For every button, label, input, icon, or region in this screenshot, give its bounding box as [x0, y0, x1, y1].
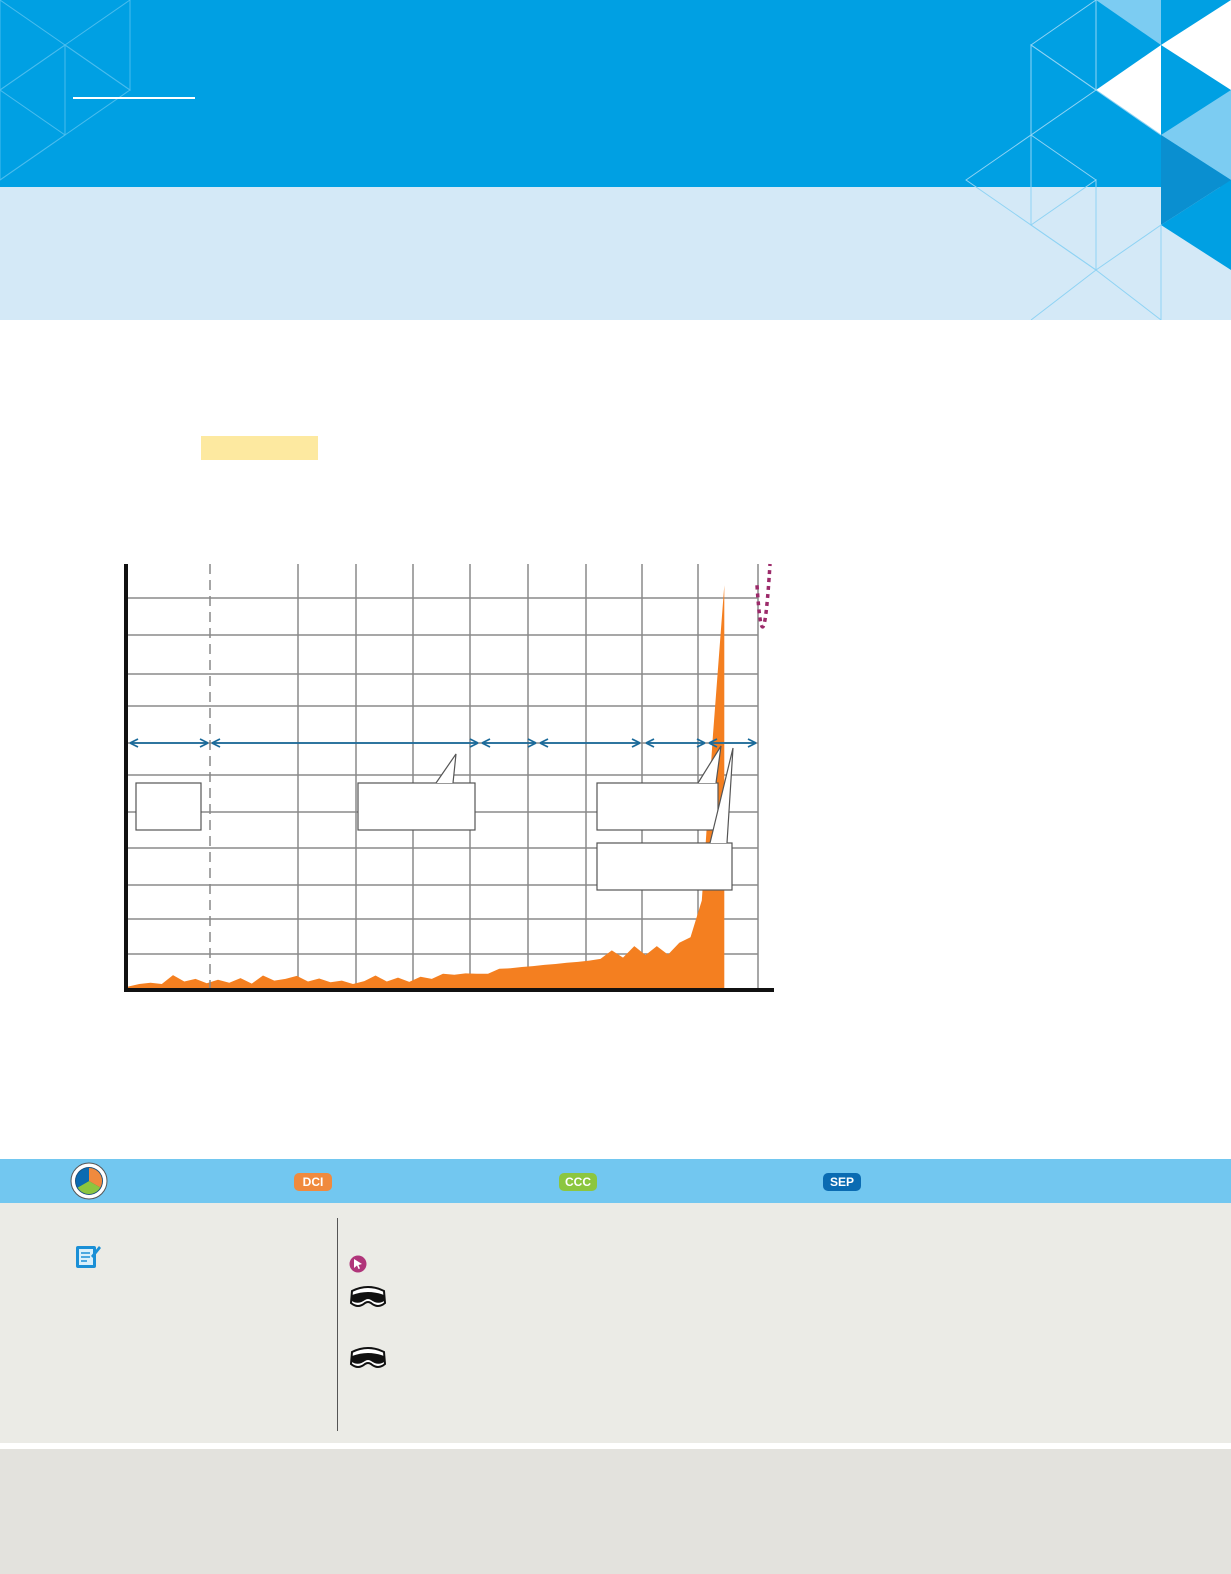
callout-pointer-2 — [435, 753, 457, 784]
dci-badge: DCI — [294, 1173, 332, 1191]
chart-svg — [124, 563, 774, 992]
header-rule — [73, 97, 195, 99]
callout-box-2 — [357, 782, 476, 831]
notes-divider — [337, 1218, 338, 1431]
timeline-arrow — [129, 738, 209, 748]
projection-dotted-line — [755, 563, 772, 629]
safety-goggles-icon — [349, 1286, 387, 1307]
callout-box-3 — [596, 782, 719, 831]
callout-box-1 — [135, 782, 202, 831]
sep-badge: SEP — [823, 1173, 861, 1191]
notes-panel — [0, 1203, 1231, 1443]
highlight-box — [201, 436, 318, 460]
standards-bar — [0, 1159, 1231, 1203]
three-dimensions-icon — [70, 1162, 108, 1200]
ccc-badge: CCC — [559, 1173, 597, 1191]
timeline-arrow — [211, 738, 479, 748]
deco-triangle-light — [1096, 0, 1161, 45]
safety-goggles-icon — [349, 1347, 387, 1368]
deco-triangle-white-2 — [1161, 0, 1231, 90]
timeline-arrow — [645, 738, 706, 748]
timeline-arrow — [539, 738, 641, 748]
callout-boxes — [135, 745, 734, 891]
timeline-arrows — [129, 738, 757, 748]
chart — [120, 558, 780, 998]
deco-triangle-white — [1096, 45, 1161, 135]
callout-box-4 — [596, 842, 733, 891]
header-decoration — [0, 0, 1231, 320]
timeline-arrow — [708, 738, 757, 748]
footer-band — [0, 1449, 1231, 1574]
notebook-icon — [76, 1246, 101, 1268]
cursor-icon — [349, 1255, 367, 1273]
